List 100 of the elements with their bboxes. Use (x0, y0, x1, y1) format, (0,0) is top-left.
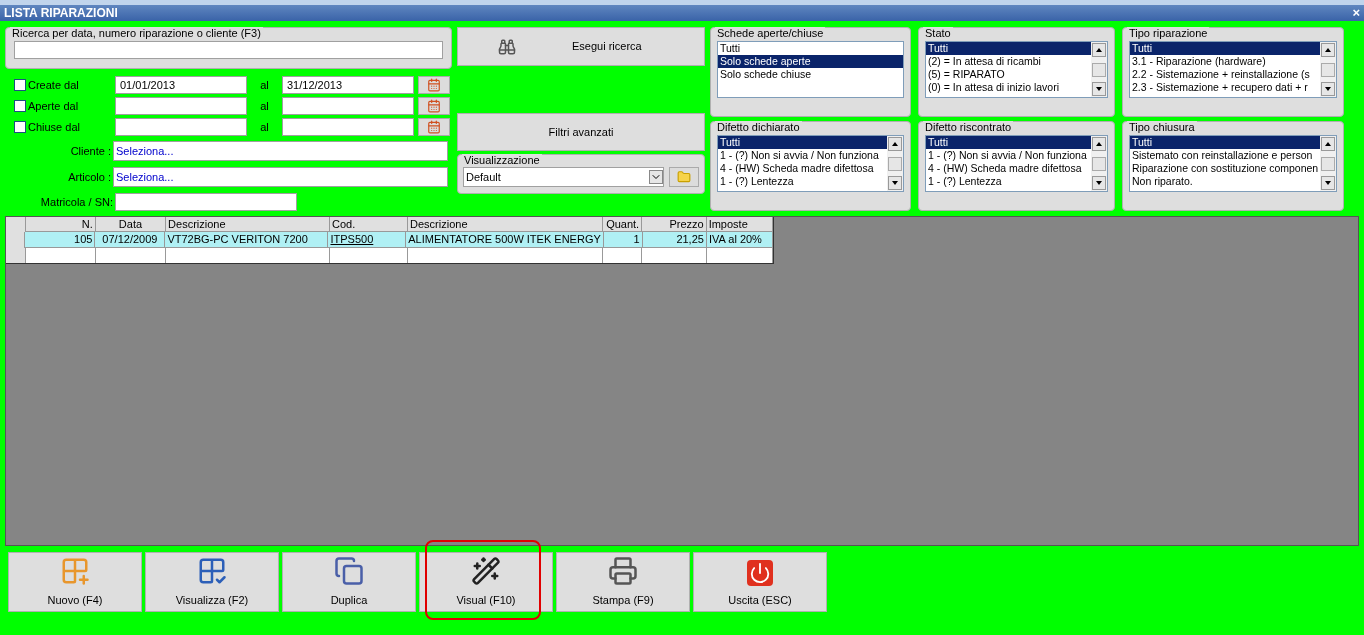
list-item[interactable]: Tutti (926, 136, 1091, 149)
table-cell: IVA al 20% (706, 232, 773, 248)
scrollbar-thumb[interactable] (1092, 62, 1106, 77)
scrollbar[interactable] (1320, 42, 1336, 97)
toolbar-button[interactable]: Duplica (282, 552, 416, 612)
table-cell: ALIMENTATORE 500W ITEK ENERGY (406, 232, 604, 248)
list-item[interactable]: 1 - (?) Non si avvia / Non funziona (718, 149, 887, 162)
list-item[interactable]: 4 - (HW) Scheda madre difettosa (926, 162, 1091, 175)
checkbox-label: Aperte dal (28, 98, 79, 114)
calendar-icon (427, 78, 441, 92)
list-box[interactable]: Tutti Sistemato con reinstallazione e person Riparazione con sostituzione componen Non riparato. (1129, 135, 1337, 192)
date-field[interactable] (282, 118, 414, 136)
folder-icon (677, 170, 691, 184)
magic-wand-icon (471, 555, 501, 586)
list-item[interactable]: Tutti (1130, 136, 1320, 149)
field-label: Cliente : (69, 143, 112, 159)
scrollbar-thumb[interactable] (1321, 62, 1335, 77)
panel-title: Difetto dichiarato (715, 121, 802, 133)
table-cell: 21,25 (642, 232, 707, 248)
panel-title: Tipo chiusura (1127, 121, 1197, 133)
scrollbar-thumb[interactable] (888, 156, 902, 171)
table-row[interactable]: 105 07/12/2009 VT72BG-PC VERITON 7200 ITPS500 ALIMENTATORE 500W ITEK ENERGY 1 21,25 IVA al 20% (6, 232, 773, 248)
close-button[interactable]: × (1352, 6, 1360, 20)
scrollbar-thumb[interactable] (1092, 156, 1106, 171)
search-button[interactable]: Esegui ricerca (457, 27, 705, 66)
field-label: Matricola / SN: (39, 194, 114, 210)
list-box[interactable]: Tutti 1 - (?) Non si avvia / Non funziona 4 - (HW) Scheda madre difettosa 1 - (?) Lentezza (925, 135, 1108, 192)
list-item[interactable]: (0) = In attesa di inizio lavori (926, 81, 1091, 94)
list-item[interactable]: 3.1 - Riparazione (hardware) (1130, 55, 1320, 68)
table-cell: ITPS500 (328, 232, 407, 248)
power-icon (747, 559, 773, 586)
checkbox[interactable] (14, 121, 26, 133)
list-box[interactable]: Tutti (2) = In attesa di ricambi (5) = RIPARATO (0) = In attesa di inizio lavori (925, 41, 1108, 98)
list-item[interactable]: (5) = RIPARATO (926, 68, 1091, 81)
list-item[interactable]: Solo schede chiuse (718, 68, 903, 81)
scrollbar[interactable] (1091, 42, 1107, 97)
list-box[interactable]: Tutti Solo schede aperte Solo schede chiuse (717, 41, 904, 98)
range-label: al (259, 98, 270, 114)
list-item[interactable]: Tutti (718, 42, 903, 55)
calendar-button[interactable] (418, 76, 450, 94)
view-dropdown[interactable]: Default (463, 167, 664, 187)
list-item[interactable]: 4 - (HW) Scheda madre difettosa (718, 162, 887, 175)
list-item[interactable]: 1 - (?) Non si avvia / Non funziona (926, 149, 1091, 162)
lookup-field[interactable]: Seleziona... (113, 141, 448, 161)
advanced-filters-button[interactable]: Filtri avanzati (457, 113, 705, 151)
toolbar-button[interactable]: Nuovo (F4) (8, 552, 142, 612)
toolbar-button[interactable]: Visualizza (F2) (145, 552, 279, 612)
list-box[interactable]: Tutti 3.1 - Riparazione (hardware) 2.2 - Sistemazione + reinstallazione (s 2.3 - Sistemazione + recupero dati + r (1129, 41, 1337, 98)
scrollbar-thumb[interactable] (1321, 156, 1335, 171)
group-title: Visualizzazione (462, 154, 542, 166)
printer-icon (608, 555, 638, 586)
list-item[interactable]: Non riparato. (1130, 175, 1320, 188)
checkbox[interactable] (14, 79, 26, 91)
list-box[interactable]: Tutti 1 - (?) Non si avvia / Non funziona 4 - (HW) Scheda madre difettosa 1 - (?) Lentezza (717, 135, 904, 192)
list-item[interactable]: Solo schede aperte (718, 55, 903, 68)
calendar-icon (427, 120, 441, 134)
calendar-button[interactable] (418, 118, 450, 136)
date-field[interactable]: 01/01/2013 (115, 76, 247, 94)
checkbox-label: Create dal (28, 77, 79, 93)
documents-icon (334, 555, 364, 586)
calendar-icon (427, 99, 441, 113)
list-item[interactable]: Tutti (718, 136, 887, 149)
binoculars-icon (498, 37, 516, 56)
scrollbar[interactable] (887, 136, 903, 191)
table-cell: VT72BG-PC VERITON 7200 (165, 232, 329, 248)
date-field[interactable] (282, 97, 414, 115)
serial-field[interactable] (115, 193, 297, 211)
date-field[interactable] (115, 118, 247, 136)
list-item[interactable]: Tutti (926, 42, 1091, 55)
calendar-button[interactable] (418, 97, 450, 115)
list-item[interactable]: 2.2 - Sistemazione + reinstallazione (s (1130, 68, 1320, 81)
table-cell: 105 (25, 232, 96, 248)
toolbar-button[interactable]: Uscita (ESC) (693, 552, 827, 612)
list-item[interactable]: 1 - (?) Lentezza (926, 175, 1091, 188)
field-label: Articolo : (67, 169, 112, 185)
range-label: al (259, 77, 270, 93)
checkbox[interactable] (14, 100, 26, 112)
panel-title: Tipo riparazione (1127, 27, 1210, 39)
search-field[interactable] (14, 41, 443, 59)
panel-title: Schede aperte/chiuse (715, 27, 826, 39)
scrollbar[interactable] (1320, 136, 1336, 191)
list-item[interactable]: Tutti (1130, 42, 1320, 55)
list-item[interactable]: 2.3 - Sistemazione + recupero dati + r (1130, 81, 1320, 94)
lookup-field[interactable]: Seleziona... (113, 167, 448, 187)
panel-title: Difetto riscontrato (923, 121, 1014, 133)
group-title: Ricerca per data, numero riparazione o cliente (F3) (10, 27, 263, 39)
toolbar-button[interactable]: Stampa (F9) (556, 552, 690, 612)
list-item[interactable]: Sistemato con reinstallazione e person (1130, 149, 1320, 162)
list-item[interactable]: Riparazione con sostituzione componen (1130, 162, 1320, 175)
date-field[interactable] (115, 97, 247, 115)
table-cell: 07/12/2009 (95, 232, 166, 248)
scrollbar[interactable] (1091, 136, 1107, 191)
window-title: LISTA RIPARAZIONI (4, 6, 118, 20)
panel-title: Stato (923, 27, 953, 39)
toolbar-button[interactable]: Visual (F10) (419, 552, 553, 612)
table-cell: 1 (603, 232, 643, 248)
date-field[interactable]: 31/12/2013 (282, 76, 414, 94)
list-item[interactable]: (2) = In attesa di ricambi (926, 55, 1091, 68)
list-item[interactable]: 1 - (?) Lentezza (718, 175, 887, 188)
caret-icon (649, 170, 663, 184)
